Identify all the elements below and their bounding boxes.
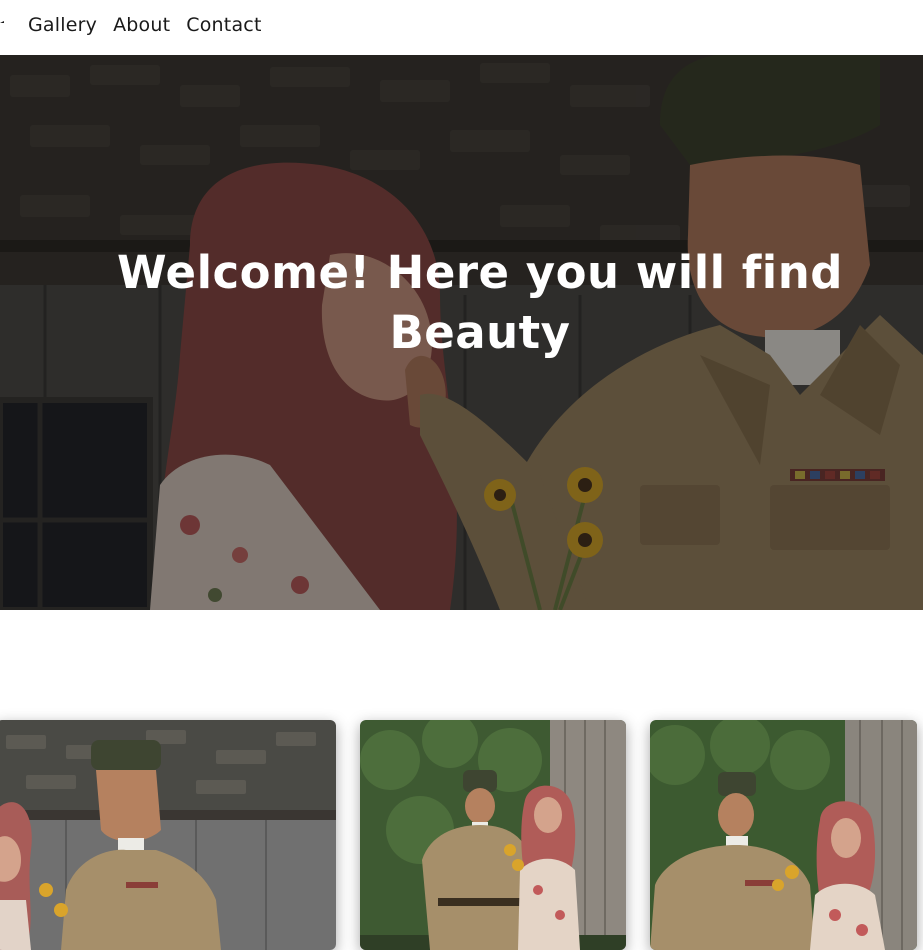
gallery-card-3[interactable] — [650, 720, 917, 950]
nav-link-gallery[interactable]: Gallery — [28, 13, 97, 37]
gallery-card-1[interactable] — [0, 720, 336, 950]
gallery-photo-1 — [0, 720, 336, 950]
gallery-photo-2 — [360, 720, 626, 950]
gallery-photo-3 — [650, 720, 917, 950]
logo-fragment-icon[interactable] — [0, 20, 5, 28]
nav-link-about[interactable]: About — [113, 13, 170, 37]
nav-link-contact[interactable]: Contact — [186, 13, 261, 37]
gallery-card-2[interactable] — [360, 720, 626, 950]
hero-title: Welcome! Here you will find Beauty — [0, 243, 923, 363]
hero-banner: Welcome! Here you will find Beauty — [0, 55, 923, 610]
photo-gallery — [0, 720, 923, 950]
hero-title-text: Welcome! Here you will find Beauty — [117, 246, 843, 359]
top-nav: Gallery About Contact — [0, 0, 923, 55]
nav-links: Gallery About Contact — [28, 13, 262, 37]
